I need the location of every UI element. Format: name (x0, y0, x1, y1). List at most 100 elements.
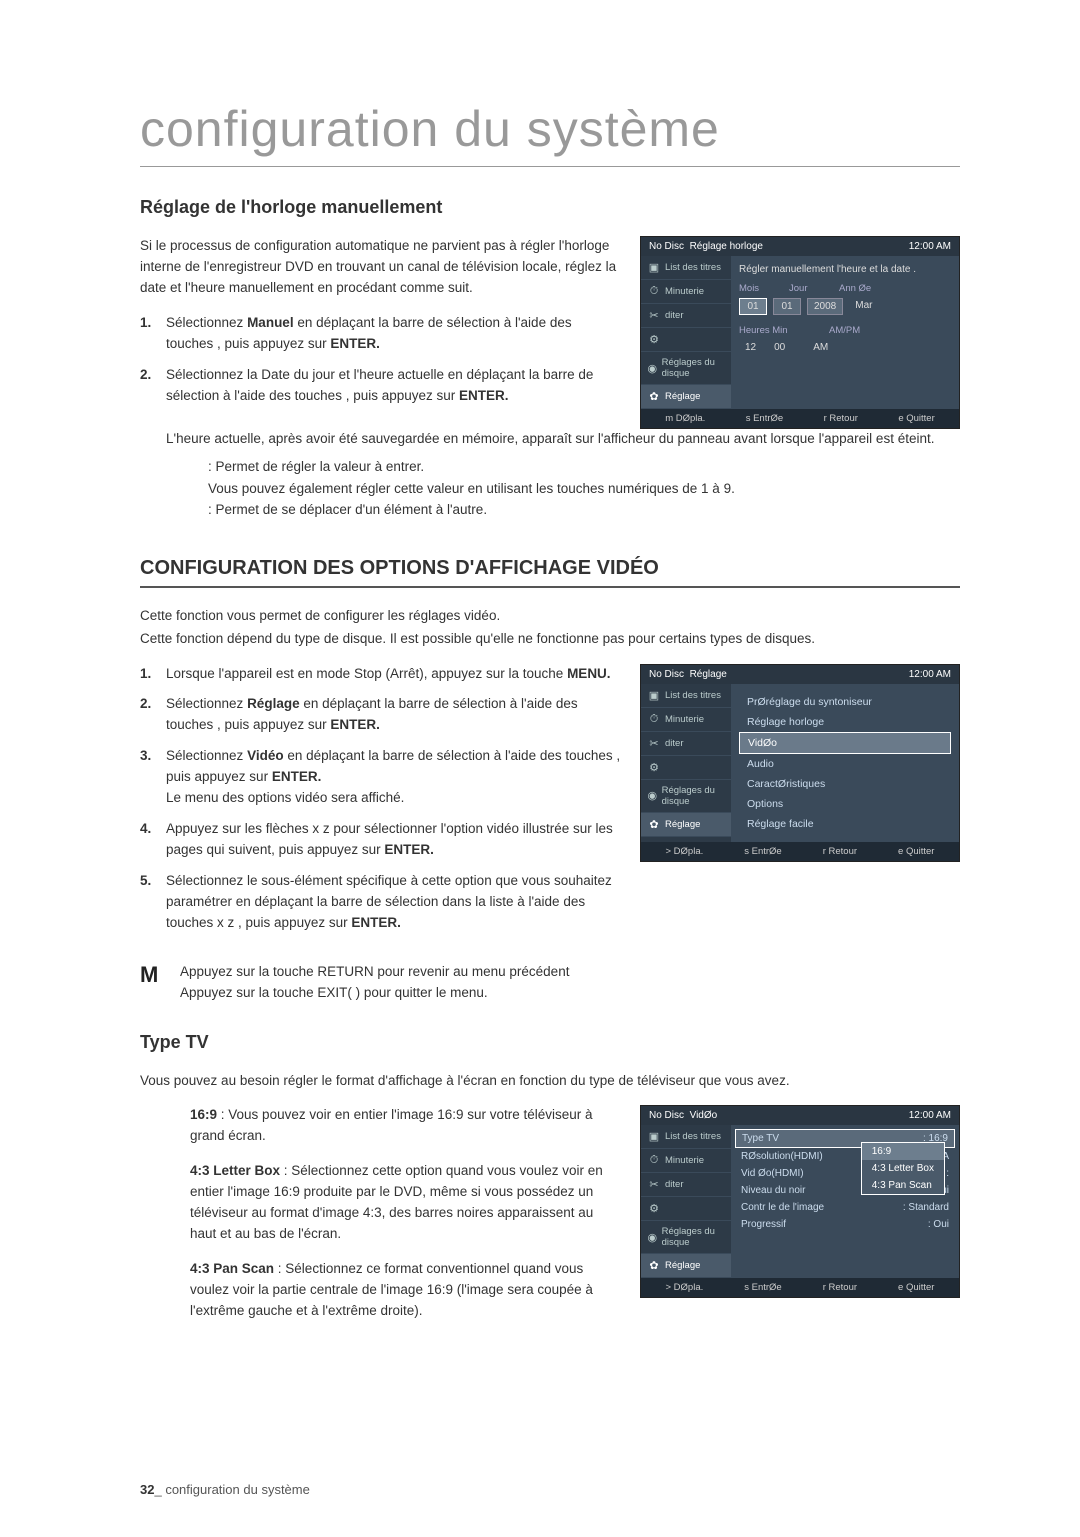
osd-sb-disc[interactable]: ◉ Réglages du disque (641, 780, 731, 813)
section1-intro: Si le processus de configuration automat… (140, 236, 622, 299)
term-reglage: Réglage (247, 696, 300, 711)
sub-43ps[interactable]: 4:3 Pan Scan (862, 1177, 944, 1194)
menu-item-features[interactable]: CaractØristiques (739, 774, 951, 794)
section2-intro2: Cette fonction dépend du type de disque.… (140, 629, 960, 650)
osd-sb-setup[interactable]: ✿Réglage (641, 813, 731, 837)
osd-sb-titles[interactable]: ▣ List des titres (641, 256, 731, 280)
term-manuel: Manuel (247, 315, 294, 330)
term-video: Vidéo (247, 748, 284, 763)
video-row-imgctrl[interactable]: Contr le de l'image: Standard (735, 1199, 955, 1216)
opt-label-43ps: 4:3 Pan Scan (190, 1261, 274, 1276)
text: Sélectionnez la Date du jour et l'heure … (166, 367, 593, 403)
list-icon: ▣ (647, 1130, 661, 1143)
label: List des titres (665, 690, 721, 701)
hint-exit: e Quitter (898, 413, 934, 424)
label-ampm: AM/PM (829, 325, 869, 336)
menu-item-easy[interactable]: Réglage facile (739, 814, 951, 834)
video-row-prog[interactable]: Progressif: Oui (735, 1216, 955, 1233)
label: Minuterie (665, 714, 704, 725)
section2-step-2: Sélectionnez Réglage en déplaçant la bar… (140, 694, 622, 736)
osd-sb-timer[interactable]: ⏱ Minuterie (641, 708, 731, 732)
v: : Standard (903, 1202, 949, 1213)
value-ampm[interactable]: AM (807, 340, 834, 355)
input-annee[interactable]: 2008 (807, 298, 843, 315)
menu-item-tuner[interactable]: PrØréglage du syntoniseur (739, 692, 951, 712)
osd-sb-disc[interactable]: ◉ Réglages du disque (641, 352, 731, 385)
disc-icon: ◉ (647, 789, 658, 802)
list-icon: ▣ (647, 261, 661, 274)
disc-icon: ◉ (647, 362, 658, 375)
osd-time: 12:00 AM (909, 669, 951, 680)
sub-169[interactable]: 16:9 (862, 1143, 944, 1160)
flower-icon: ✿ (647, 390, 661, 403)
osd-sb-item4[interactable]: ⚙ (641, 1197, 731, 1221)
osd-sb-disc[interactable]: ◉Réglages du disque (641, 1221, 731, 1254)
label-jour: Jour (789, 283, 829, 294)
osd-clock: No Disc Réglage horloge 12:00 AM ▣List d… (640, 236, 960, 429)
label: List des titres (665, 1131, 721, 1142)
osd-sidebar: ▣ List des titres ⏱Minuterie ✂ diter ⚙ ◉ Ré… (641, 256, 731, 409)
page-title: configuration du système (140, 100, 960, 167)
osd-no-disc: No Disc (649, 1110, 684, 1121)
section2-heading: CONFIGURATION DES OPTIONS D'AFFICHAGE VI… (140, 557, 960, 588)
input-mois[interactable]: 01 (739, 298, 767, 315)
opt-label-43lb: 4:3 Letter Box (190, 1163, 280, 1178)
label: List des titres (665, 262, 721, 273)
input-jour[interactable]: 01 (773, 298, 801, 315)
osd-sidebar: ▣ List des titres ⏱Minuterie ✂diter ⚙ ◉Ré… (641, 1125, 731, 1278)
section1-step-2: Sélectionnez la Date du jour et l'heure … (140, 365, 622, 407)
hint-enter: s EntrØe (746, 413, 784, 424)
clock-icon: ⏱ (647, 713, 661, 726)
text: Sélectionnez (166, 748, 247, 763)
menu-item-options[interactable]: Options (739, 794, 951, 814)
section2-intro1: Cette fonction vous permet de configurer… (140, 606, 960, 627)
osd-sb-setup[interactable]: ✿ Réglage (641, 385, 731, 409)
value-h[interactable]: 12 (739, 340, 762, 355)
hint-move: > DØpla. (665, 846, 703, 857)
osd-sb-titles[interactable]: ▣ List des titres (641, 1125, 731, 1149)
clock-icon: ⏱ (647, 285, 661, 298)
scissors-icon: ✂ (647, 309, 661, 322)
video-submenu: 16:9 4:3 Letter Box 4:3 Pan Scan (861, 1142, 945, 1195)
v: : (946, 1168, 949, 1179)
section1-after: L'heure actuelle, après avoir été sauveg… (140, 429, 960, 450)
label: Réglages du disque (662, 357, 725, 379)
osd-sb-titles[interactable]: ▣List des titres (641, 684, 731, 708)
osd-sb-item4[interactable]: ⚙ (641, 756, 731, 780)
term-enter: ENTER. (330, 336, 380, 351)
scissors-icon: ✂ (647, 1178, 661, 1191)
menu-item-clock[interactable]: Réglage horloge (739, 712, 951, 732)
hint-return: r Retour (823, 846, 857, 857)
text: Le menu des options vidéo sera affiché. (166, 790, 404, 805)
label: diter (665, 310, 683, 321)
sub-43lb[interactable]: 4:3 Letter Box (862, 1160, 944, 1177)
label: diter (665, 738, 683, 749)
label: Réglages du disque (662, 785, 725, 807)
text: Lorsque l'appareil est en mode Stop (Arr… (166, 666, 567, 681)
note-line-1: Appuyez sur la touche RETURN pour reveni… (180, 962, 569, 983)
osd-sb-edit[interactable]: ✂ diter (641, 304, 731, 328)
menu-item-video[interactable]: VidØo (739, 732, 951, 754)
osd-sb-edit[interactable]: ✂diter (641, 732, 731, 756)
k: Vid Øo(HDMI) (741, 1168, 804, 1179)
menu-item-audio[interactable]: Audio (739, 754, 951, 774)
osd-sb-timer[interactable]: ⏱Minuterie (641, 280, 731, 304)
opt-169: 16:9 : Vous pouvez voir en entier l'imag… (190, 1105, 622, 1147)
hint-return: r Retour (823, 1282, 857, 1293)
osd-sb-item4[interactable]: ⚙ (641, 328, 731, 352)
section2-step-3: Sélectionnez Vidéo en déplaçant la barre… (140, 746, 622, 809)
gear-icon: ⚙ (647, 333, 661, 346)
osd-sb-edit[interactable]: ✂diter (641, 1173, 731, 1197)
osd-sb-setup[interactable]: ✿Réglage (641, 1254, 731, 1278)
hint-move: m DØpla. (665, 413, 705, 424)
label: Réglage (665, 391, 700, 402)
hint-exit: e Quitter (898, 1282, 934, 1293)
section2-step-1: Lorsque l'appareil est en mode Stop (Arr… (140, 664, 622, 685)
osd-sb-timer[interactable]: ⏱Minuterie (641, 1149, 731, 1173)
label: Minuterie (665, 1155, 704, 1166)
label: Réglage (665, 1260, 700, 1271)
section1-heading: Réglage de l'horloge manuellement (140, 197, 960, 218)
osd-crumb: Réglage (690, 669, 727, 680)
value-m[interactable]: 00 (768, 340, 791, 355)
term-enter: ENTER. (459, 388, 509, 403)
